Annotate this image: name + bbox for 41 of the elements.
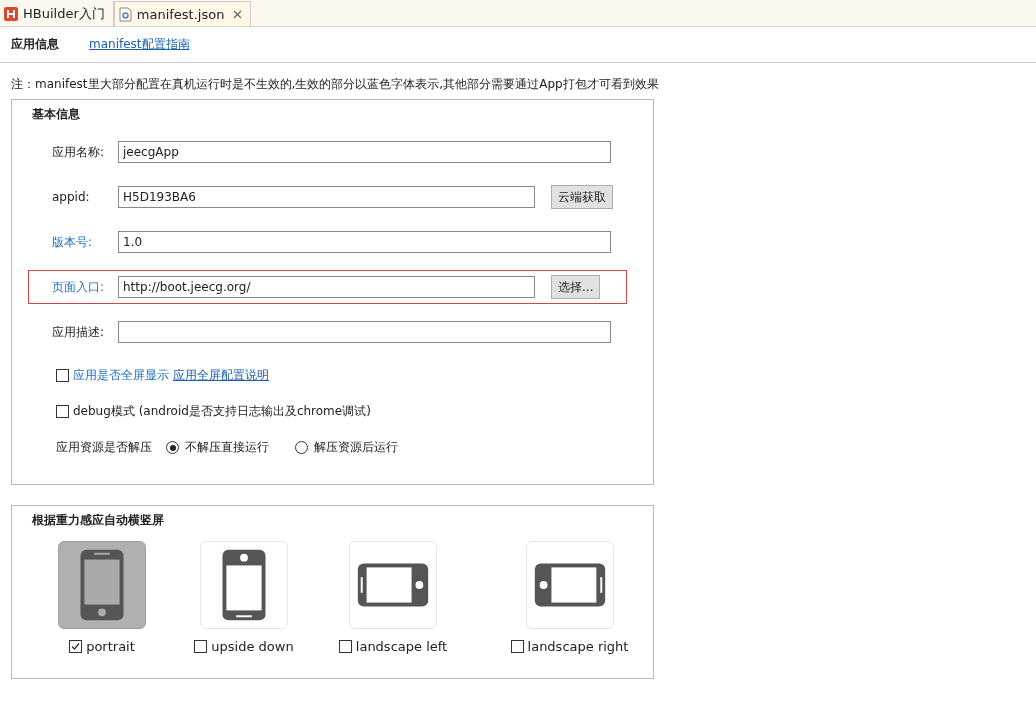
checkbox-label: landscape left [355,639,448,654]
radio-button[interactable] [295,441,308,454]
radio-group-label: 应用资源是否解压 [56,439,152,456]
radio-label: 解压资源后运行 [314,439,398,456]
close-icon[interactable] [233,9,243,19]
text-field[interactable] [118,321,611,343]
checkbox-label: upside down [211,639,294,654]
checkbox[interactable] [194,640,208,653]
checkbox-label: 应用是否全屏显示 [73,366,169,384]
text-field[interactable]: 1.0 [118,231,611,253]
text-field[interactable]: H5D193BA6 [118,186,535,208]
checkbox-label: debug模式 (android是否支持日志输出及chrome调试) [73,402,371,420]
field-label: appid: [52,190,91,204]
file-gear-icon [118,6,132,22]
panel-title: 基本信息 [32,106,81,123]
text-field[interactable]: jeecgApp [118,141,611,163]
text-field[interactable]: http://boot.jeecg.org/ [118,276,535,298]
action-button[interactable]: 云端获取 [551,185,613,209]
checkbox[interactable] [56,368,69,382]
app-logo-icon [4,6,18,21]
action-button[interactable]: 选择... [551,275,601,299]
checkbox[interactable] [69,640,83,653]
field-label: 版本号: [52,233,94,251]
radio-label: 不解压直接运行 [185,439,269,456]
radio-button[interactable] [166,441,179,454]
note-text: 注：manifest里大部分配置在真机运行时是不生效的,生效的部分以蓝色字体表示,其他部分需要通过App打包才可看到效果 [10,76,660,93]
field-label: 应用名称: [52,143,106,161]
checkbox[interactable] [56,404,69,418]
checkbox-label: portrait [86,639,135,654]
field-label: 应用描述: [52,323,106,341]
checkbox[interactable] [510,640,524,653]
orientation-tile[interactable] [58,541,146,629]
help-link[interactable]: 应用全屏配置说明 [173,366,269,384]
editor-tab[interactable]: manifest.json [113,1,252,26]
checkbox-label: landscape right [527,639,629,654]
field-label: 页面入口: [52,278,106,296]
editor-tab[interactable]: HBuilder入门 [0,1,114,26]
panel-title: 根据重力感应自动横竖屏 [32,512,165,529]
guide-link[interactable]: manifest配置指南 [89,36,190,53]
checkbox[interactable] [338,640,352,653]
section-title: 应用信息 [11,36,59,53]
